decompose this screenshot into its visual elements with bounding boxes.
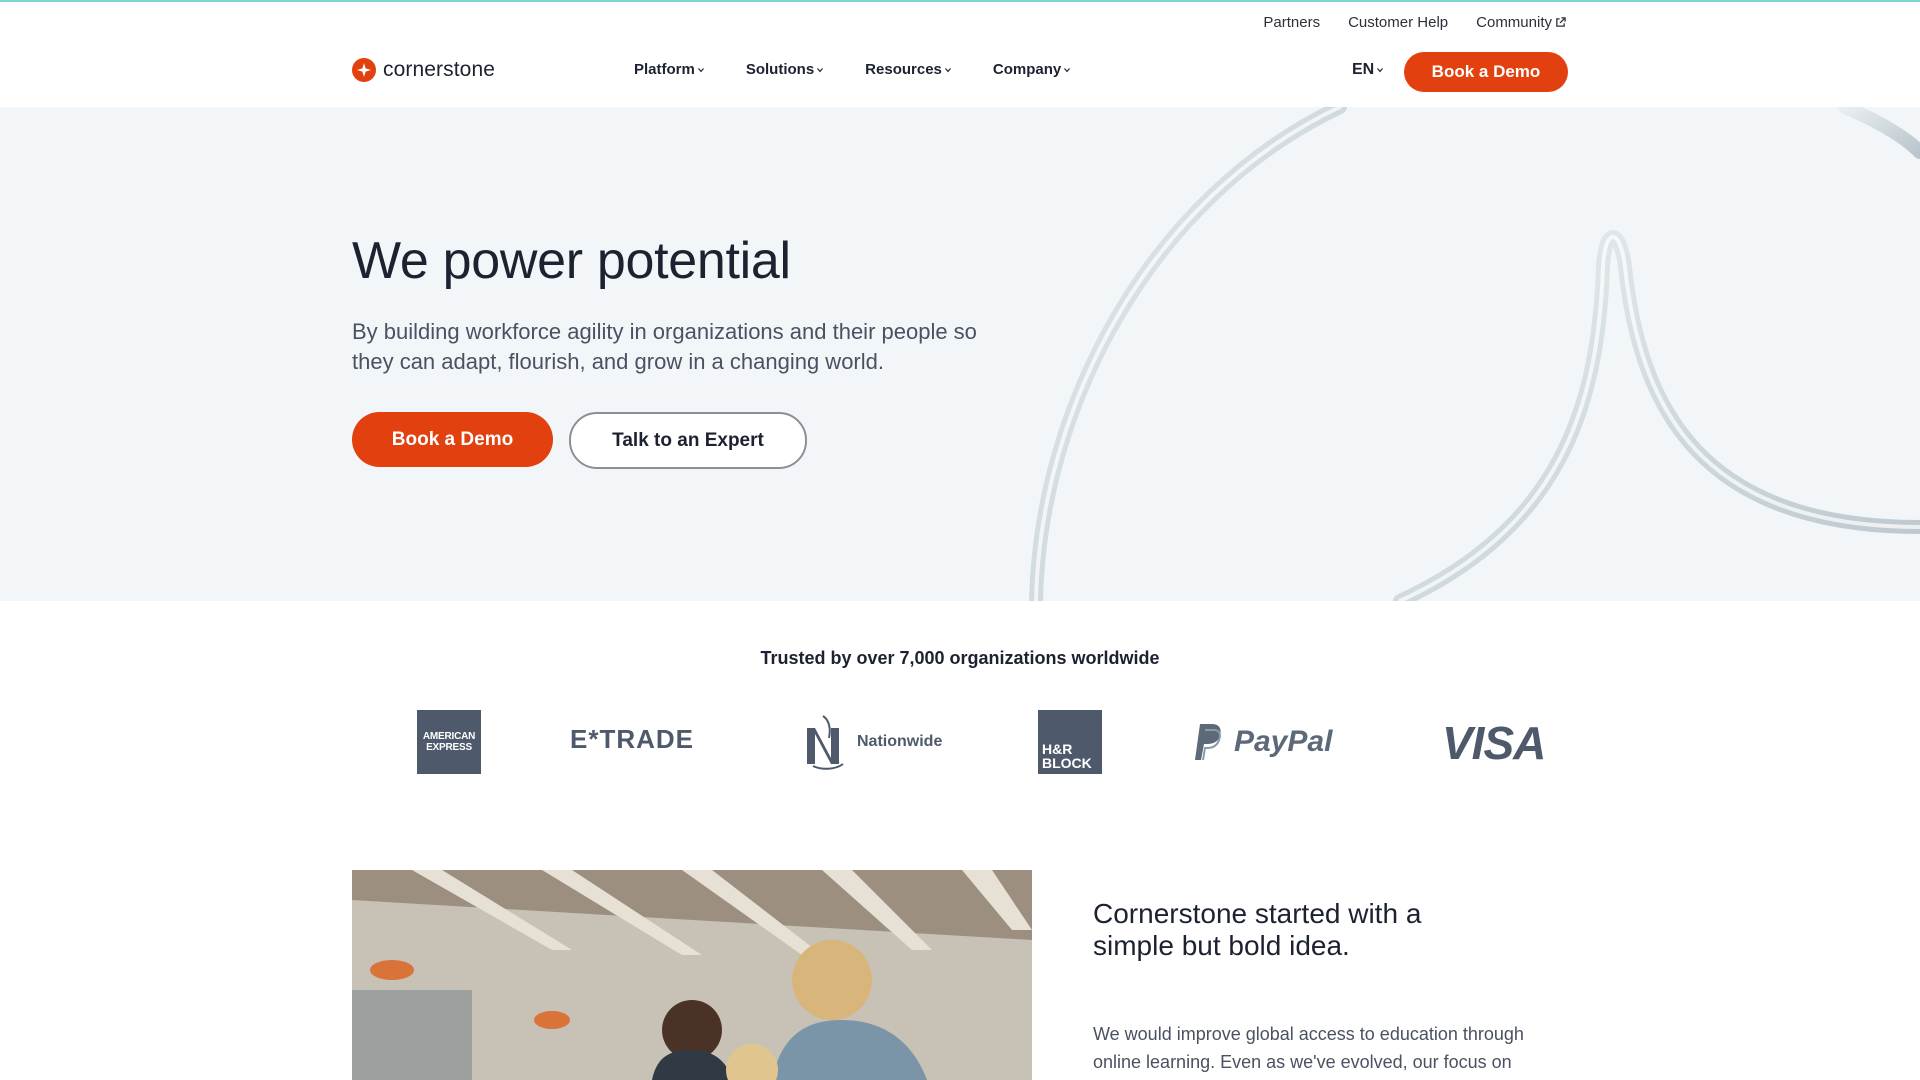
hrblock-line1: H&R (1042, 741, 1073, 757)
nationwide-wordmark: Nationwide (857, 733, 943, 750)
nav-company-label: Company (992, 61, 1062, 78)
story-text: We would improve global access to educat… (1093, 1024, 1524, 1072)
nationwide-eagle-icon (807, 715, 844, 770)
amex-line2: EXPRESS (426, 742, 472, 753)
paypal-logo: PayPal (1194, 722, 1332, 762)
trusted-heading: Trusted by over 7,000 organizations worl… (760, 648, 1160, 668)
cornerstone-logo-icon (352, 58, 376, 82)
nav-platform-label: Platform (634, 61, 695, 78)
community-link[interactable]: Community (1476, 14, 1566, 31)
hero-book-demo-button[interactable]: Book a Demo (352, 412, 553, 467)
story-title: Cornerstone started with a simple but bo… (1093, 898, 1422, 961)
talk-to-expert-button[interactable]: Talk to an Expert (569, 412, 807, 469)
nav-resources-label: Resources (865, 61, 942, 78)
language-selector[interactable]: EN (1352, 61, 1384, 79)
chevron-down-icon (1377, 68, 1384, 73)
hrblock-text: H&R BLOCK (1042, 742, 1092, 770)
utility-nav: Partners Customer Help Community (1263, 14, 1566, 31)
nav-company[interactable]: Company (992, 61, 1071, 78)
cornerstone-logo[interactable]: cornerstone (352, 58, 495, 82)
paypal-mark-icon (1195, 724, 1221, 761)
chevron-down-icon (697, 67, 704, 72)
customer-help-link[interactable]: Customer Help (1348, 14, 1448, 31)
external-link-icon (1556, 17, 1566, 27)
logo-wordmark: cornerstone (383, 58, 495, 81)
nav-solutions[interactable]: Solutions (745, 61, 824, 78)
american-express-logo: AMERICAN EXPRESS (417, 710, 481, 774)
partners-link[interactable]: Partners (1263, 14, 1320, 31)
paypal-wordmark: PayPal (1234, 725, 1333, 758)
hrblock-line2: BLOCK (1042, 755, 1092, 771)
chevron-down-icon (1064, 67, 1071, 72)
hero-subtitle: By building workforce agility in organiz… (352, 319, 977, 374)
team-photo (352, 870, 1032, 1080)
chevron-down-icon (817, 67, 824, 72)
site-header: cornerstone Platform Solutions Resources… (0, 48, 1920, 94)
top-accent-line (0, 0, 1920, 2)
language-label: EN (1352, 61, 1375, 78)
header-book-demo-button[interactable]: Book a Demo (1404, 52, 1568, 92)
etrade-logo: E*TRADE (570, 724, 695, 754)
amex-line1: AMERICAN (422, 731, 476, 742)
hero-title: We power potential (352, 232, 791, 290)
nav-solutions-label: Solutions (745, 61, 815, 78)
chevron-down-icon (944, 67, 951, 72)
hero-section: We power potential By building workforce… (0, 107, 1920, 601)
nav-platform[interactable]: Platform (634, 61, 704, 78)
office-team-illustration (352, 870, 1032, 1080)
nationwide-logo: Nationwide (805, 714, 942, 770)
hr-block-logo: H&R BLOCK (1038, 710, 1102, 774)
community-label: Community (1476, 14, 1552, 31)
nav-resources[interactable]: Resources (865, 61, 951, 78)
visa-logo: VISA (1442, 717, 1546, 769)
customer-logos: AMERICAN EXPRESS E*TRADE Nationwide H&R … (0, 710, 1920, 774)
main-nav: Platform Solutions Resources Company (634, 61, 1071, 78)
